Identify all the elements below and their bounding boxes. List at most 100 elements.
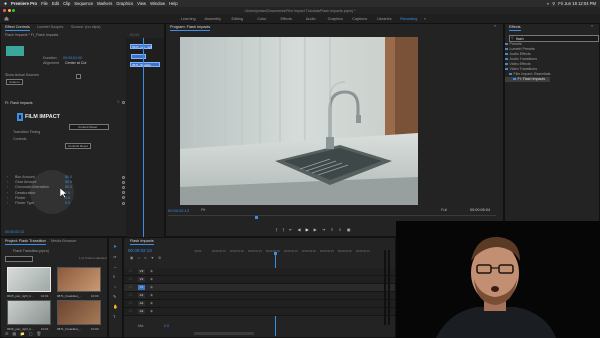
go-to-out-icon[interactable]: ⇥ (322, 227, 325, 233)
mark-out-icon[interactable]: ⌉ (283, 227, 285, 233)
workspace-learning[interactable]: Learning (176, 17, 201, 21)
track-lock-icon[interactable]: □ (129, 285, 131, 289)
mark-in-icon[interactable]: ⌈ (276, 227, 278, 233)
snap-icon[interactable]: ∩ (137, 256, 140, 260)
mini-transition[interactable] (131, 54, 146, 59)
panel-menu-icon[interactable]: ≡ (494, 24, 496, 28)
new-bin-icon[interactable]: 📁 (20, 331, 25, 336)
type-tool-icon[interactable]: T (113, 314, 119, 319)
project-search-input[interactable] (5, 256, 33, 262)
list-view-icon[interactable]: ☰ (5, 331, 8, 336)
reset-parameter-icon[interactable] (122, 191, 125, 195)
search-icon[interactable]: ⚲ (552, 1, 555, 6)
menu-markers[interactable]: Markers (97, 1, 112, 6)
track-visibility-icon[interactable]: ◉ (150, 285, 153, 289)
param-expand-icon[interactable]: › (7, 201, 8, 205)
quality-dropdown[interactable]: Full (441, 208, 447, 212)
tab-timeline-sequence[interactable]: Flash Impacts (130, 239, 154, 245)
menu-view[interactable]: View (137, 1, 146, 6)
workspace-editing[interactable]: Editing (225, 17, 250, 21)
tree-flash-impacts[interactable]: FI: Flash Impacts (505, 77, 551, 82)
playhead-handle[interactable] (273, 252, 277, 255)
track-lane[interactable] (124, 276, 395, 284)
track-lock-icon[interactable]: □ (129, 309, 131, 313)
tab-source[interactable]: Source: (no clips) (71, 25, 101, 29)
workspace-more[interactable]: » (421, 17, 429, 21)
project-thumb-3[interactable] (7, 300, 51, 325)
track-lane[interactable] (124, 300, 395, 308)
show-sources-checkbox[interactable] (76, 74, 81, 79)
apple-icon[interactable]: ● (4, 1, 7, 7)
trash-icon[interactable]: 🗑 (36, 331, 41, 336)
custom-button[interactable]: Custom... (6, 79, 23, 85)
ripple-edit-tool-icon[interactable]: ↔ (113, 264, 119, 269)
track-visibility-icon[interactable]: ◉ (150, 301, 153, 305)
program-timecode[interactable]: 00:00:02:13 (168, 208, 189, 213)
tab-effect-controls[interactable]: Effect Controls (5, 25, 30, 31)
reset-parameter-icon[interactable] (122, 196, 125, 200)
track-visibility-icon[interactable]: ◉ (150, 269, 153, 273)
icon-view-icon[interactable]: ▦ (12, 331, 16, 336)
tab-lumetri-scopes[interactable]: Lumetri Scopes (37, 25, 63, 29)
track-select-tool-icon[interactable]: ⇒ (113, 254, 119, 259)
workspace-libraries[interactable]: Libraries (372, 17, 397, 21)
duration-value[interactable]: 00:00:01:00 (63, 56, 82, 60)
mix-value[interactable]: 0.0 (164, 324, 169, 328)
add-marker-icon[interactable]: ▼ (151, 256, 155, 260)
ec-mini-timeline[interactable] (126, 38, 164, 238)
reset-parameter-icon[interactable] (122, 185, 125, 189)
track-lock-icon[interactable]: □ (129, 277, 131, 281)
wrench-icon[interactable]: ⚙ (158, 256, 161, 260)
menu-file[interactable]: File (41, 1, 48, 6)
workspace-audio[interactable]: Audio (299, 17, 324, 21)
step-forward-icon[interactable]: ▶ (314, 227, 317, 233)
menu-window[interactable]: Window (150, 1, 165, 6)
track-lane[interactable] (124, 268, 395, 276)
program-playhead[interactable] (255, 216, 258, 219)
content-reset-button[interactable]: Content Reset (69, 124, 109, 130)
track-header[interactable]: V1 (138, 285, 145, 290)
track-header[interactable]: A2 (138, 301, 145, 306)
wifi-icon[interactable]: ≈ (547, 1, 549, 6)
fx-toggle-icon[interactable]: ⎋ (117, 100, 120, 104)
alignment-dropdown[interactable]: Center at Cut (65, 61, 86, 65)
track-header[interactable]: V3 (138, 269, 145, 274)
project-thumb-2[interactable] (57, 267, 101, 292)
play-icon[interactable]: ▶ (306, 227, 309, 233)
tab-effects[interactable]: Effects (509, 25, 521, 31)
mini-clip-b[interactable]: 9871_Breakfa (130, 62, 160, 67)
reset-effect-icon[interactable] (122, 101, 125, 104)
extract-icon[interactable]: ⇩ (338, 227, 341, 233)
menu-clip[interactable]: Clip (63, 1, 70, 6)
home-icon[interactable] (4, 16, 9, 21)
selection-tool-icon[interactable]: ➤ (113, 244, 119, 250)
mini-clip-a[interactable]: 9625_pan_righ (130, 44, 152, 49)
controls-reset-button[interactable]: Controls Reset (65, 143, 91, 149)
ec-playhead[interactable] (143, 38, 144, 238)
reset-parameter-icon[interactable] (122, 180, 125, 184)
effects-menu-icon[interactable]: ≡ (591, 24, 593, 28)
new-item-icon[interactable]: ▢ (29, 331, 33, 336)
program-scrubber[interactable] (168, 215, 496, 216)
workspace-assembly[interactable]: Assembly (201, 17, 226, 21)
transition-timing-label[interactable]: Transition Timing (13, 130, 40, 134)
track-lock-icon[interactable]: □ (129, 301, 131, 305)
track-lock-icon[interactable]: □ (129, 269, 131, 273)
workspace-effects[interactable]: Effects (274, 17, 299, 21)
app-menu[interactable]: Premiere Pro (11, 1, 37, 6)
project-thumb-4[interactable] (57, 300, 101, 325)
menu-edit[interactable]: Edit (52, 1, 59, 6)
menu-sequence[interactable]: Sequence (74, 1, 93, 6)
track-header[interactable]: A1 (138, 293, 145, 298)
timeline-timecode[interactable]: 00:00:02:13 (128, 248, 152, 253)
razor-tool-icon[interactable]: ◊ (113, 274, 119, 279)
param-expand-icon[interactable]: › (7, 185, 8, 189)
workspace-graphics[interactable]: Graphics (323, 17, 348, 21)
go-to-in-icon[interactable]: ⇤ (289, 227, 292, 233)
tab-media-browser[interactable]: Media Browser (51, 239, 76, 243)
tab-project[interactable]: Project: Flash Transition (5, 239, 46, 245)
tab-program[interactable]: Program: Flash Impacts (170, 25, 211, 31)
param-expand-icon[interactable]: › (7, 175, 8, 179)
workspace-color[interactable]: Color (250, 17, 275, 21)
linked-selection-icon[interactable]: ∞ (144, 256, 147, 260)
